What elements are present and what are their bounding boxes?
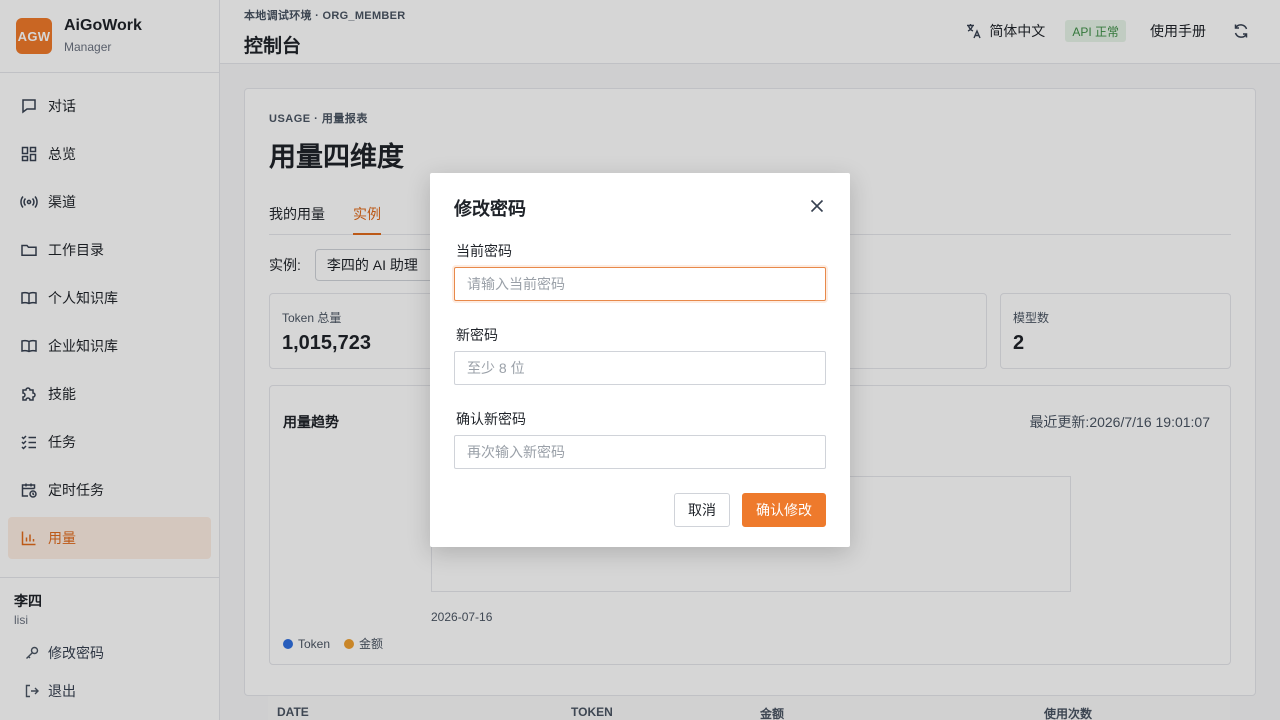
cancel-button[interactable]: 取消 <box>674 493 730 527</box>
confirm-change-button[interactable]: 确认修改 <box>742 493 826 527</box>
dialog-title: 修改密码 <box>454 199 526 219</box>
change-password-dialog: 修改密码 当前密码 新密码 确认新密码 取消 确认修改 <box>430 173 850 547</box>
close-button[interactable] <box>808 197 826 215</box>
current-password-label: 当前密码 <box>456 243 512 259</box>
current-password-input[interactable] <box>454 267 826 301</box>
confirm-password-label: 确认新密码 <box>456 411 526 427</box>
new-password-input[interactable] <box>454 351 826 385</box>
new-password-label: 新密码 <box>456 327 498 343</box>
close-icon <box>808 197 826 215</box>
confirm-password-input[interactable] <box>454 435 826 469</box>
